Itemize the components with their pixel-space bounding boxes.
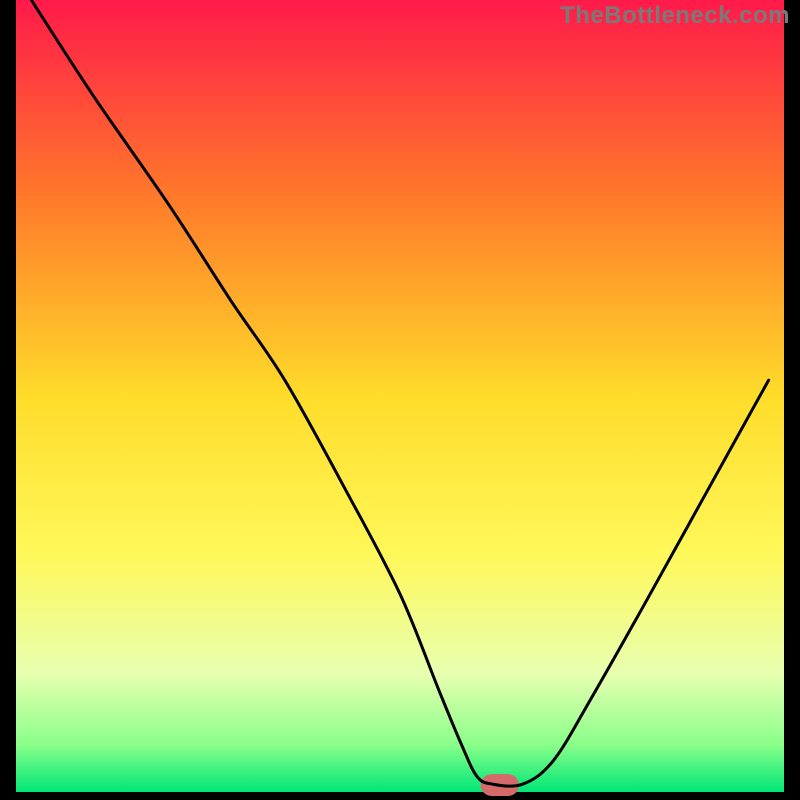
chart-svg <box>0 0 800 800</box>
bottom-frame <box>0 792 800 800</box>
watermark-text: TheBottleneck.com <box>560 2 790 30</box>
right-frame <box>784 0 800 800</box>
left-frame <box>0 0 16 800</box>
plot-background <box>16 0 784 792</box>
bottleneck-chart: TheBottleneck.com <box>0 0 800 800</box>
